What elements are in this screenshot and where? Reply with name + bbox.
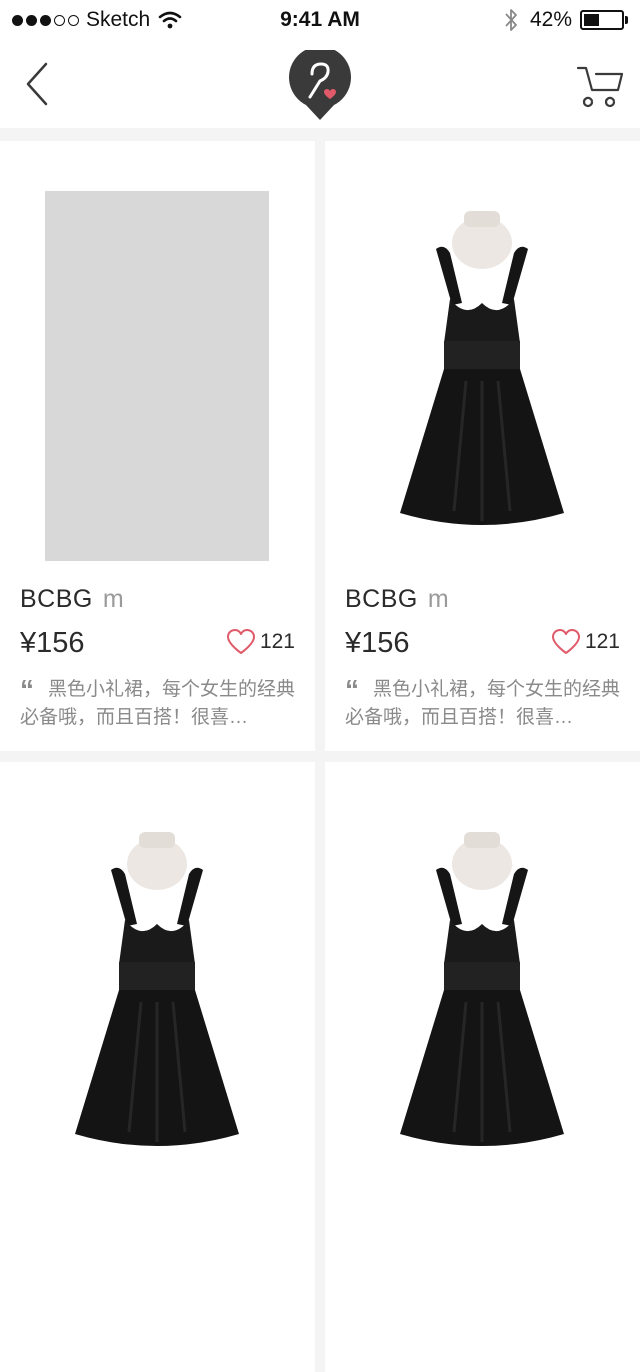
product-brand: BCBG [345, 585, 418, 613]
black-dress-image [400, 211, 564, 525]
black-dress-image [75, 832, 239, 1146]
product-size: m [102, 585, 125, 613]
battery-percent: 42% [529, 8, 572, 31]
like-button[interactable]: 121 [551, 629, 620, 655]
carrier-name: Sketch [86, 8, 151, 31]
shopping-cart-icon [576, 66, 624, 108]
battery-nub [625, 16, 628, 24]
description-text: 黑色小礼裙，每个女生的经典必备哦，而且百搭！很喜… [345, 679, 621, 728]
description-text: 黑色小礼裙，每个女生的经典必备哦，而且百搭！很喜… [20, 679, 296, 728]
signal-dot-icon [26, 14, 37, 26]
product-card[interactable] [325, 762, 640, 1372]
signal-dot-icon [12, 14, 23, 26]
product-image[interactable] [45, 191, 269, 561]
product-description: “ 黑色小礼裙，每个女生的经典必备哦，而且百搭！很喜… [345, 676, 621, 732]
product-card[interactable]: BCBG m ¥156 121 “ 黑色小礼裙，每个女生的经典必备哦，而且百搭！很… [0, 141, 315, 751]
like-button[interactable]: 121 [226, 629, 295, 655]
product-price: ¥156 [20, 627, 85, 659]
app-logo[interactable] [288, 46, 352, 122]
product-brand: BCBG [20, 585, 93, 613]
signal-dot-icon [68, 14, 79, 26]
quote-icon: “ [20, 674, 34, 705]
battery-level [584, 14, 599, 26]
back-button[interactable] [18, 58, 58, 110]
heart-icon [551, 629, 580, 654]
product-description: “ 黑色小礼裙，每个女生的经典必备哦，而且百搭！很喜… [20, 676, 296, 732]
hanger-heart-logo [289, 46, 351, 120]
product-size: m [427, 585, 450, 613]
product-price: ¥156 [345, 627, 410, 659]
product-image[interactable] [370, 191, 594, 561]
product-card[interactable]: BCBG m ¥156 121 “ 黑色小礼裙，每个女生的经典必备哦，而且百搭！很… [325, 141, 640, 751]
signal-dot-icon [54, 14, 65, 26]
product-image[interactable] [370, 812, 594, 1182]
signal-strength: Sketch [12, 8, 182, 32]
signal-dot-icon [40, 14, 51, 26]
black-dress-image [400, 832, 564, 1146]
battery-icon [580, 10, 624, 30]
likes-count: 121 [584, 630, 620, 653]
brand-row: BCBG m [20, 585, 124, 614]
nav-bar [0, 40, 640, 128]
heart-icon [226, 629, 255, 654]
chevron-left-icon [26, 62, 48, 106]
brand-row: BCBG m [345, 585, 449, 614]
quote-icon: “ [345, 674, 359, 705]
wifi-icon [158, 11, 182, 29]
product-image[interactable] [45, 812, 269, 1182]
bluetooth-icon [505, 9, 517, 31]
cart-button[interactable] [574, 60, 626, 112]
likes-count: 121 [259, 630, 295, 653]
status-bar: Sketch 9:41 AM 42% [0, 0, 640, 40]
product-card[interactable] [0, 762, 315, 1372]
